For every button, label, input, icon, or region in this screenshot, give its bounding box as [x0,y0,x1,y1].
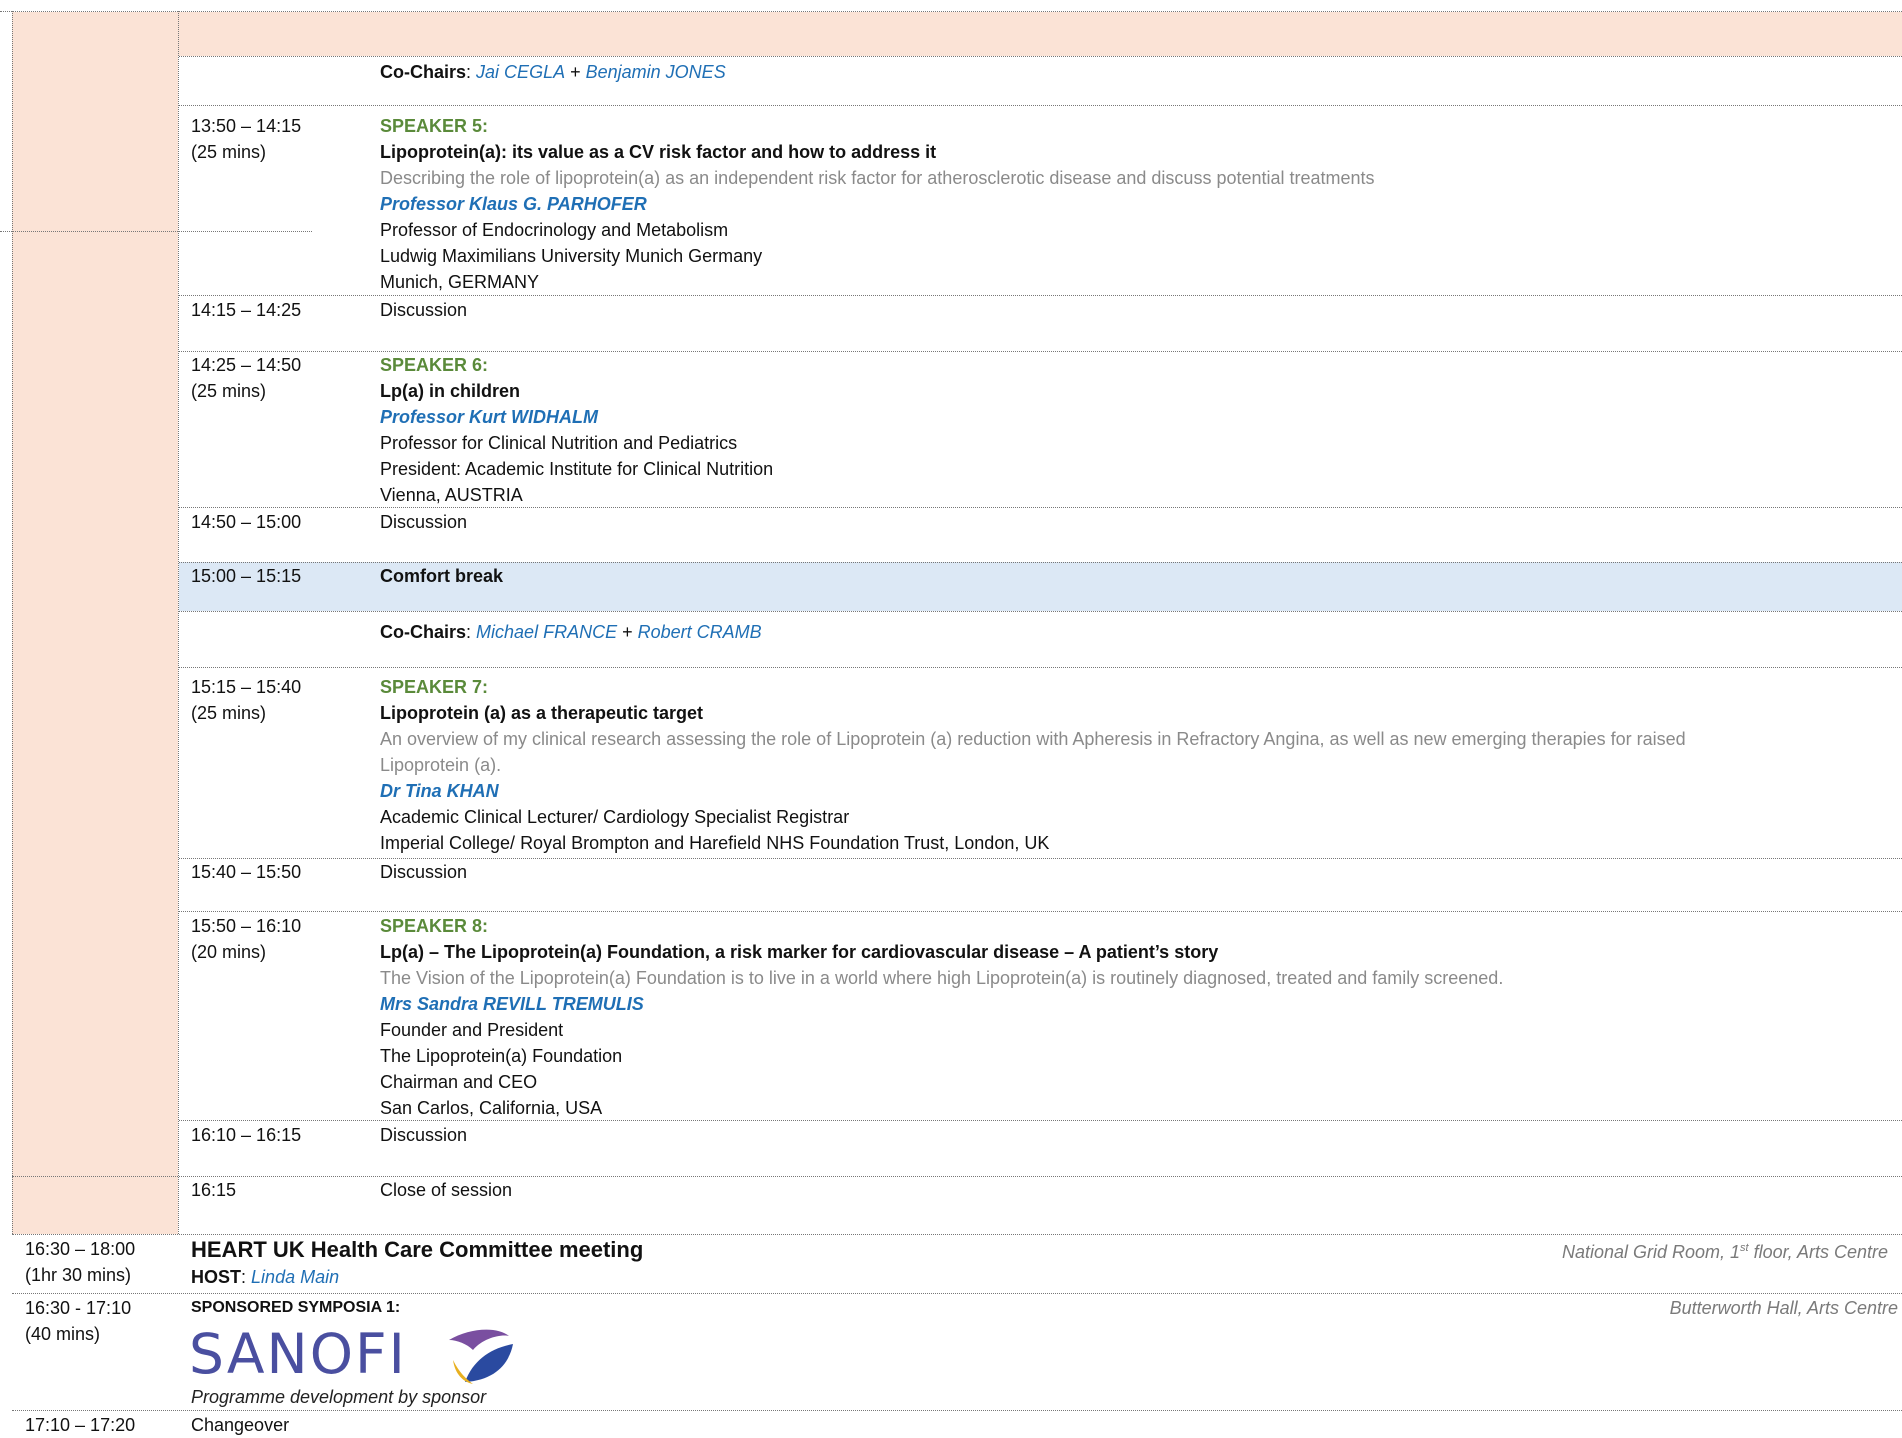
sanofi-logo: SANOFI [189,1320,519,1388]
cochairs-row: Co-Chairs: Jai CEGLA + Benjamin JONES [380,62,726,82]
speaker-label: SPEAKER 5: [380,116,489,136]
talk-description: Describing the role of lipoprotein(a) as… [380,168,1375,188]
speaker-label: SPEAKER 8: [380,916,489,936]
symposia-label: SPONSORED SYMPOSIA 1: [191,1299,401,1316]
talk-description: The Vision of the Lipoprotein(a) Foundat… [380,968,1504,988]
speaker-affiliation: The Lipoprotein(a) Foundation [380,1046,623,1066]
discussion-label: Discussion [380,512,468,532]
speaker-name: Professor Klaus G. PARHOFER [380,194,647,214]
discussion-label: Discussion [380,862,468,882]
speaker-affiliation: Munich, GERMANY [380,272,540,292]
speaker-name: Mrs Sandra REVILL TREMULIS [380,994,644,1014]
speaker-label: SPEAKER 7: [380,677,489,697]
venue: Butterworth Hall, Arts Centre [1669,1298,1898,1318]
talk-description: Lipoprotein (a). [380,755,502,775]
time-slot: 17:10 – 17:20 [25,1415,136,1435]
sanofi-logo-text: SANOFI [189,1322,407,1386]
talk-title: Lp(a) in children [380,381,521,401]
session-side-band [12,12,178,1234]
speaker-affiliation: Professor for Clinical Nutrition and Ped… [380,433,738,453]
speaker-name: Professor Kurt WIDHALM [380,407,599,427]
speaker-name: Dr Tina KHAN [380,781,499,801]
cochairs-label: Co-Chairs [380,622,467,642]
time-slot: 16:10 – 16:15 [191,1125,302,1145]
close-label: Close of session [380,1180,513,1200]
time-slot: 15:00 – 15:15 [191,566,302,586]
duration: (25 mins) [191,703,267,723]
sanofi-bird-icon [449,1329,513,1384]
host-label: HOST [191,1267,242,1287]
speaker-affiliation: San Carlos, California, USA [380,1098,603,1118]
venue: National Grid Room, 1st floor, Arts Cent… [1561,1242,1888,1262]
discussion-label: Discussion [380,300,468,320]
speaker-affiliation: Imperial College/ Royal Brompton and Har… [380,833,1050,853]
meeting-title: HEART UK Health Care Committee meeting [191,1237,644,1262]
time-slot: 16:30 – 18:00 [25,1239,136,1259]
cochairs-row: Co-Chairs: Michael FRANCE + Robert CRAMB [380,622,762,642]
duration: (40 mins) [25,1324,101,1344]
cochair-name: Robert CRAMB [637,622,762,642]
speaker-affiliation: Ludwig Maximilians University Munich Ger… [380,246,763,266]
speaker-label: SPEAKER 6: [380,355,489,375]
speaker-affiliation: Academic Clinical Lecturer/ Cardiology S… [380,807,850,827]
comfort-break-label: Comfort break [380,566,504,586]
talk-title: Lipoprotein(a): its value as a CV risk f… [380,142,937,162]
time-slot: 15:15 – 15:40 [191,677,302,697]
time-slot: 14:15 – 14:25 [191,300,302,320]
speaker-affiliation: Chairman and CEO [380,1072,538,1092]
duration: (25 mins) [191,381,267,401]
speaker-affiliation: Vienna, AUSTRIA [380,485,523,505]
discussion-label: Discussion [380,1125,468,1145]
talk-title: Lipoprotein (a) as a therapeutic target [380,703,704,723]
cochair-name: Jai CEGLA [476,62,566,82]
host-row: HOST: Linda Main [191,1267,340,1287]
time-slot: 15:50 – 16:10 [191,916,302,936]
time-slot: 13:50 – 14:15 [191,116,302,136]
speaker-affiliation: Professor of Endocrinology and Metabolis… [380,220,729,240]
session-header-band [12,12,1902,56]
cochair-name: Benjamin JONES [585,62,726,82]
duration: (20 mins) [191,942,267,962]
host-name: Linda Main [251,1267,340,1287]
duration: (1hr 30 mins) [25,1265,132,1285]
speaker-affiliation: Founder and President [380,1020,564,1040]
time-slot: 14:25 – 14:50 [191,355,302,375]
speaker-affiliation: President: Academic Institute for Clinic… [380,459,774,479]
sponsor-note: Programme development by sponsor [191,1387,487,1407]
talk-description: An overview of my clinical research asse… [380,729,1686,749]
talk-title: Lp(a) – The Lipoprotein(a) Foundation, a… [380,942,1219,962]
time-slot: 14:50 – 15:00 [191,512,302,532]
time-slot: 16:15 [191,1180,237,1200]
cochairs-label: Co-Chairs [380,62,467,82]
time-slot: 16:30 - 17:10 [25,1298,132,1318]
cochair-name: Michael FRANCE [476,622,618,642]
changeover-label: Changeover [191,1415,290,1435]
duration: (25 mins) [191,142,267,162]
time-slot: 15:40 – 15:50 [191,862,302,882]
